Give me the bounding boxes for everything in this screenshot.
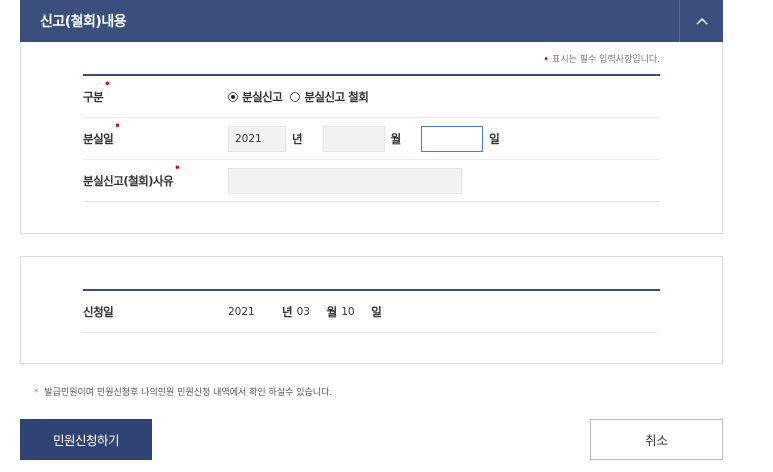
apply-date-label: 신청일: [83, 304, 114, 319]
reason-field: [228, 167, 462, 194]
date-row: 분실일 • 2021 년 월 일: [83, 118, 660, 160]
required-note-text: 표시는 필수 입력사항입니다.: [552, 55, 660, 65]
footnote: * 발급민원이며 민원신청후 나의민원 민원신청 내역에서 확인 하실수 있습니…: [34, 385, 332, 398]
required-mark: •: [543, 54, 550, 65]
apply-month: 03: [296, 305, 310, 318]
apply-date-row: 신청일 2021 년 03 월 10 일: [83, 291, 660, 333]
month-input[interactable]: [322, 125, 385, 152]
type-label: 구분 •: [83, 79, 228, 105]
apply-month-unit: 월: [326, 304, 338, 319]
type-label-text: 구분: [83, 89, 104, 104]
radio-label: 분실신고: [242, 89, 283, 104]
apply-day-unit: 일: [371, 304, 382, 319]
radio-loss-report[interactable]: 분실신고: [228, 89, 283, 105]
type-options: 분실신고 분실신고 철회: [228, 89, 376, 105]
radio-label: 분실신고 철회: [304, 89, 369, 104]
reason-input[interactable]: [228, 167, 462, 194]
apply-year: 2021: [228, 305, 255, 318]
reason-row: 분실신고(철회)사유 •: [83, 160, 660, 202]
apply-panel: 신청일 2021 년 03 월 10 일: [20, 256, 723, 364]
apply-day: 10: [341, 305, 355, 318]
day-unit: 일: [489, 131, 500, 146]
radio-unchecked-icon: [290, 91, 301, 102]
radio-checked-icon: [228, 91, 238, 102]
day-input[interactable]: [421, 125, 484, 152]
apply-date-value: 2021 년 03 월 10 일: [228, 304, 386, 320]
date-label-text: 분실일: [83, 131, 114, 146]
reason-label-text: 분실신고(철회)사유: [83, 173, 174, 188]
footnote-text: 발급민원이며 민원신청후 나의민원 민원신청 내역에서 확인 하실수 있습니다.: [44, 388, 333, 398]
required-note: • 표시는 필수 입력사항입니다.: [543, 52, 660, 65]
submit-button[interactable]: 민원신청하기: [20, 419, 152, 460]
year-unit: 년: [292, 131, 303, 146]
collapse-button[interactable]: [679, 0, 723, 42]
footnote-mark: *: [34, 388, 39, 398]
date-label: 분실일 •: [83, 121, 228, 147]
panel-header: 신고(철회)내용: [20, 0, 723, 42]
cancel-button[interactable]: 취소: [590, 419, 723, 460]
type-row: 구분 • 분실신고 분실신고 철회: [83, 76, 660, 118]
panel-body: • 표시는 필수 입력사항입니다. 구분 • 분실신고 분실신고 철회 분실일 •: [20, 42, 723, 234]
apply-year-unit: 년: [282, 304, 293, 319]
required-mark: •: [104, 78, 111, 90]
panel-title: 신고(철회)내용: [40, 14, 127, 30]
required-mark: •: [114, 120, 121, 132]
reason-label: 분실신고(철회)사유 •: [83, 163, 228, 189]
year-input[interactable]: 2021: [228, 125, 286, 152]
form-table: 구분 • 분실신고 분실신고 철회 분실일 • 2021 년 월 일 분실신고(…: [83, 74, 660, 202]
date-fields: 2021 년 월 일: [228, 125, 500, 152]
month-unit: 월: [390, 131, 402, 146]
radio-loss-withdraw[interactable]: 분실신고 철회: [290, 89, 369, 105]
required-mark: •: [174, 162, 181, 174]
apply-table: 신청일 2021 년 03 월 10 일: [83, 289, 660, 333]
chevron-up-icon: [695, 17, 708, 25]
